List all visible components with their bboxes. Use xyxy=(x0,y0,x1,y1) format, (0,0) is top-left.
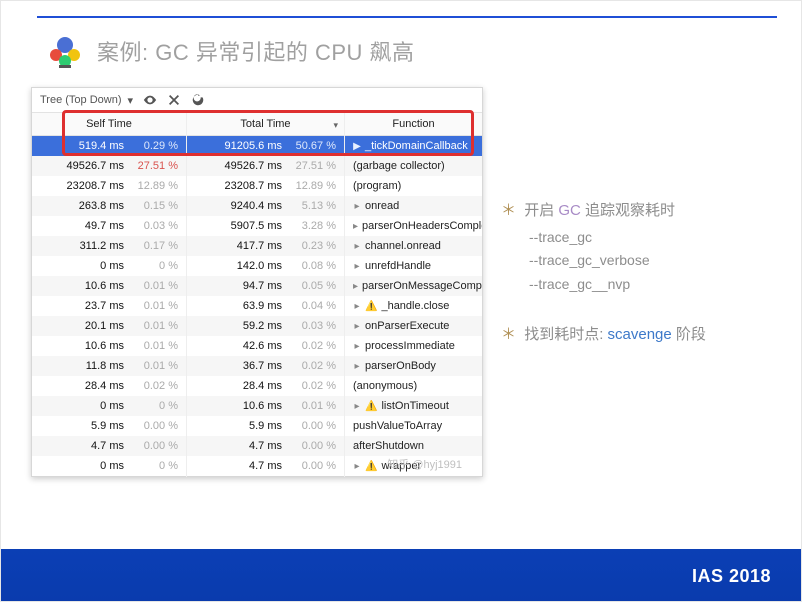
view-mode-select[interactable]: Tree (Top Down) ▾ xyxy=(40,94,133,107)
table-row[interactable]: 23.7 ms0.01 %63.9 ms0.04 %▸⚠️_handle.clo… xyxy=(32,296,482,316)
expand-icon[interactable]: ▸ xyxy=(353,401,361,412)
top-rule xyxy=(37,16,777,18)
col-total-time[interactable]: Total Time ▾ xyxy=(187,113,345,135)
notes-panel: ＊ 开启 GC 追踪观察耗时 --trace_gc --trace_gc_ver… xyxy=(501,197,783,349)
expand-icon[interactable]: ▸ xyxy=(353,341,361,352)
table-row[interactable]: 28.4 ms0.02 %28.4 ms0.02 %(anonymous) xyxy=(32,376,482,396)
expand-icon[interactable]: ▸ xyxy=(353,201,361,212)
footer-band: IAS 2018 xyxy=(1,549,801,601)
table-row[interactable]: 49.7 ms0.03 %5907.5 ms3.28 %▸parserOnHea… xyxy=(32,216,482,236)
function-name: onParserExecute xyxy=(365,320,449,332)
profiler-panel: Tree (Top Down) ▾ Self Time Total Time ▾… xyxy=(31,87,483,477)
table-row[interactable]: 0 ms0 %142.0 ms0.08 %▸unrefdHandle xyxy=(32,256,482,276)
function-name: parserOnHeadersComplete xyxy=(362,220,482,232)
table-row[interactable]: 23208.7 ms12.89 %23208.7 ms12.89 %(progr… xyxy=(32,176,482,196)
table-row[interactable]: 0 ms0 %10.6 ms0.01 %▸⚠️listOnTimeout xyxy=(32,396,482,416)
refresh-icon[interactable] xyxy=(191,93,205,107)
expand-icon[interactable]: ▸ xyxy=(353,241,361,252)
function-name: pushValueToArray xyxy=(353,420,442,432)
col-self-time[interactable]: Self Time xyxy=(32,113,187,135)
function-name: parserOnBody xyxy=(365,360,436,372)
function-name: onread xyxy=(365,200,399,212)
expand-icon[interactable]: ▸ xyxy=(353,301,361,312)
table-header: Self Time Total Time ▾ Function xyxy=(32,113,482,136)
flag-3: --trace_gc__nvp xyxy=(529,273,783,297)
function-name: unrefdHandle xyxy=(365,260,431,272)
function-name: channel.onread xyxy=(365,240,441,252)
dropdown-icon: ▾ xyxy=(128,94,134,107)
watermark: 知乎 @hyj1991 xyxy=(387,456,462,472)
table-row[interactable]: 20.1 ms0.01 %59.2 ms0.03 %▸onParserExecu… xyxy=(32,316,482,336)
table-row[interactable]: 519.4 ms0.29 %91205.6 ms50.67 %▶_tickDom… xyxy=(32,136,482,156)
table-row[interactable]: 4.7 ms0.00 %4.7 ms0.00 %afterShutdown xyxy=(32,436,482,456)
expand-icon[interactable]: ▸ xyxy=(353,281,358,292)
function-name: listOnTimeout xyxy=(381,400,448,412)
expand-icon[interactable]: ▸ xyxy=(353,261,361,272)
profiler-toolbar: Tree (Top Down) ▾ xyxy=(32,88,482,113)
asterisk-icon: ＊ xyxy=(501,202,516,219)
col-function[interactable]: Function xyxy=(345,113,482,135)
conference-logo-icon xyxy=(45,31,85,71)
sort-desc-icon: ▾ xyxy=(333,120,338,131)
flag-2: --trace_gc_verbose xyxy=(529,249,783,273)
table-row[interactable]: 263.8 ms0.15 %9240.4 ms5.13 %▸onread xyxy=(32,196,482,216)
warning-icon: ⚠️ xyxy=(365,301,377,312)
function-name: _handle.close xyxy=(381,300,449,312)
warning-icon: ⚠️ xyxy=(365,461,377,472)
flag-1: --trace_gc xyxy=(529,226,783,250)
table-row[interactable]: 49526.7 ms27.51 %49526.7 ms27.51 %(garba… xyxy=(32,156,482,176)
table-body: 519.4 ms0.29 %91205.6 ms50.67 %▶_tickDom… xyxy=(32,136,482,476)
expand-icon[interactable]: ▸ xyxy=(353,461,361,472)
function-name: (garbage collector) xyxy=(353,160,445,172)
table-row[interactable]: 311.2 ms0.17 %417.7 ms0.23 %▸channel.onr… xyxy=(32,236,482,256)
function-name: parserOnMessageComplete xyxy=(362,280,482,292)
page-title: 案例: GC 异常引起的 CPU 飙高 xyxy=(97,35,415,67)
expand-icon[interactable]: ▸ xyxy=(353,321,361,332)
close-icon[interactable] xyxy=(167,93,181,107)
expand-icon[interactable]: ▶ xyxy=(353,141,361,152)
note-line-1: ＊ 开启 GC 追踪观察耗时 xyxy=(501,197,783,226)
function-name: processImmediate xyxy=(365,340,455,352)
table-row[interactable]: 11.8 ms0.01 %36.7 ms0.02 %▸parserOnBody xyxy=(32,356,482,376)
expand-icon[interactable]: ▸ xyxy=(353,221,358,232)
function-name: afterShutdown xyxy=(353,440,424,452)
view-mode-label: Tree (Top Down) xyxy=(40,94,122,106)
warning-icon: ⚠️ xyxy=(365,401,377,412)
conference-label: IAS 2018 xyxy=(692,566,771,587)
table-row[interactable]: 10.6 ms0.01 %94.7 ms0.05 %▸parserOnMessa… xyxy=(32,276,482,296)
function-name: (anonymous) xyxy=(353,380,417,392)
note-line-2: ＊ 找到耗时点: scavenge 阶段 xyxy=(501,321,783,350)
eye-icon[interactable] xyxy=(143,93,157,107)
function-name: (program) xyxy=(353,180,401,192)
table-row[interactable]: 10.6 ms0.01 %42.6 ms0.02 %▸processImmedi… xyxy=(32,336,482,356)
function-name: _tickDomainCallback xyxy=(365,140,468,152)
table-row[interactable]: 5.9 ms0.00 %5.9 ms0.00 %pushValueToArray xyxy=(32,416,482,436)
asterisk-icon: ＊ xyxy=(501,326,516,343)
expand-icon[interactable]: ▸ xyxy=(353,361,361,372)
